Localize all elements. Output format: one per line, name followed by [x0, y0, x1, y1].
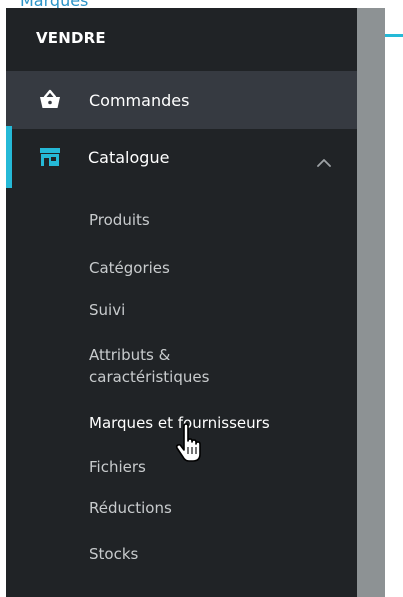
submenu-item-suivi[interactable]: Suivi — [89, 299, 125, 321]
active-indicator — [6, 126, 12, 188]
hand-cursor-icon — [174, 423, 204, 467]
sidebar-item-commandes[interactable]: Commandes — [6, 71, 357, 129]
basket-icon — [39, 89, 61, 113]
submenu-item-stocks[interactable]: Stocks — [89, 543, 138, 565]
sidebar-item-label: Commandes — [89, 91, 190, 110]
submenu-item-fichiers[interactable]: Fichiers — [89, 456, 146, 478]
sidebar-item-label: Catalogue — [88, 148, 170, 167]
page-header-strip: Marques — [0, 0, 403, 8]
store-icon — [39, 147, 61, 171]
sidebar-item-catalogue[interactable]: Catalogue — [6, 126, 357, 188]
sidebar: VENDRE Commandes Catalogue Produits Caté… — [6, 8, 357, 597]
sidebar-section-title: VENDRE — [36, 29, 106, 47]
page-title: Marques — [20, 0, 88, 8]
main-content — [385, 8, 403, 597]
scrollbar[interactable] — [357, 8, 385, 597]
header-accent-line — [385, 34, 403, 37]
chevron-up-icon[interactable] — [317, 152, 331, 171]
submenu-item-reductions[interactable]: Réductions — [89, 497, 172, 519]
submenu-item-attributs[interactable]: Attributs & caractéristiques — [89, 344, 209, 388]
submenu-item-label-line2: caractéristiques — [89, 368, 210, 386]
submenu-item-categories[interactable]: Catégories — [89, 257, 170, 279]
submenu-item-label: Attributs & — [89, 346, 171, 364]
submenu-item-produits[interactable]: Produits — [89, 209, 150, 231]
